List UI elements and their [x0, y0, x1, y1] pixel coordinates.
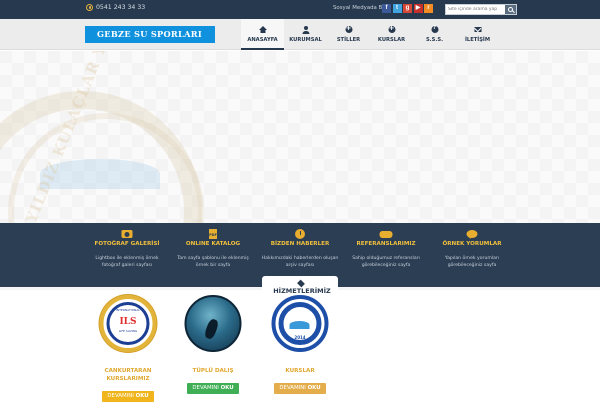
search-input[interactable] — [448, 5, 506, 14]
diving-image — [184, 295, 242, 352]
read-more-button[interactable]: DEVAMINI OKU — [274, 383, 326, 394]
services-section: INTERNATIONAL ILS LIFE SAVING CANKURTARA… — [0, 276, 600, 402]
feature-online-catalog[interactable]: PDF ONLINE KATALOG Tam sayfa şablonu ile… — [170, 223, 256, 287]
camera-icon — [121, 230, 133, 238]
pdf-icon: PDF — [209, 229, 217, 239]
phone-icon — [86, 4, 93, 11]
youtube-icon[interactable]: ▶ — [413, 4, 423, 13]
read-more-button[interactable]: DEVAMINI OKU — [102, 391, 154, 402]
read-more-bold: OKU — [135, 393, 149, 399]
service-title: KURSLAR — [285, 368, 315, 374]
nav-label: KURUMSAL — [289, 37, 322, 43]
social-links: f t g ▶ r — [382, 4, 433, 13]
swim-club-badge-wave — [289, 321, 310, 329]
nav-item-stiller[interactable]: STİLLER — [327, 19, 370, 50]
search-box — [445, 4, 517, 15]
nav-item-kurslar[interactable]: KURSLAR — [370, 19, 413, 50]
phone-number[interactable]: 0541 243 34 33 — [86, 4, 145, 11]
home-icon-base — [260, 30, 265, 33]
nav-label: S.S.S. — [425, 37, 444, 43]
service-card-kurslar[interactable]: 2014 KURSLAR DEVAMINI OKU — [265, 290, 335, 400]
hero-slider[interactable]: YILDIZ KULAÇLAR YÜZME — [0, 51, 600, 223]
feature-desc: Sahip olduğumuz referansları görebileceğ… — [352, 256, 420, 268]
top-bar: 0541 243 34 33 Sosyal Medyada Biz f t g ▶ r — [0, 0, 600, 19]
read-more-bold: OKU — [307, 385, 321, 391]
plus-circle-icon — [345, 24, 352, 33]
feature-title: REFERANSLARIMIZ — [356, 241, 416, 247]
nav-item-kurumsal[interactable]: KURUMSAL — [284, 19, 327, 50]
read-more-button[interactable]: DEVAMINI OKU — [187, 383, 239, 394]
dropbox-icon — [296, 279, 305, 287]
services-heading-text: HİZMETLERİMİZ — [273, 287, 331, 295]
site-logo[interactable]: GEBZE SU SPORLARI — [85, 26, 215, 43]
nav-item-iletisim[interactable]: İLETİŞİM — [456, 19, 499, 50]
envelope-icon — [474, 27, 481, 32]
feature-references[interactable]: REFERANSLARIMIZ Sahip olduğumuz referans… — [343, 223, 429, 287]
ils-badge-text: ILS — [119, 317, 137, 327]
nav-label: İLETİŞİM — [464, 37, 491, 43]
feature-desc: Yapılan örnek yorumları görebileceğiniz … — [444, 256, 500, 268]
ils-badge-bottom: LIFE SAVING — [118, 329, 138, 333]
services-heading: HİZMETLERİMİZ — [270, 279, 334, 295]
feature-title: ONLINE KATALOG — [185, 241, 241, 247]
facebook-icon[interactable]: f — [382, 4, 391, 13]
social-label: Sosyal Medyada Biz — [333, 5, 387, 11]
service-title: TÜPLÜ DALIŞ — [192, 368, 234, 374]
rss-icon[interactable]: r — [424, 4, 433, 13]
feature-title: ÖRNEK YORUMLAR — [442, 241, 502, 247]
feature-desc: Hakkımızdaki haberlerden oluşan arşiv sa… — [261, 256, 339, 268]
read-more-label: DEVAMINI — [279, 385, 306, 391]
comments-icon — [466, 230, 478, 239]
user-icon — [303, 26, 308, 30]
nav-label: ANASAYFA — [247, 37, 278, 43]
user-icon-body — [302, 30, 309, 34]
ils-badge-top: INTERNATIONAL — [115, 308, 141, 312]
search-icon[interactable] — [505, 5, 516, 14]
swim-club-badge-year: 2014 — [294, 335, 306, 340]
feature-title: FOTOĞRAF GALERİSİ — [94, 241, 160, 247]
nav-item-sss[interactable]: S.S.S. — [413, 19, 456, 50]
nav-label: STİLLER — [336, 37, 361, 43]
feature-desc: Lightbox ile eklenmiş örnek fotoğraf gal… — [95, 256, 159, 268]
feature-title: BİZDEN HABERLER — [270, 241, 330, 247]
twitter-icon[interactable]: t — [392, 4, 402, 13]
phone-text: 0541 243 34 33 — [96, 4, 146, 11]
newspaper-icon — [295, 229, 305, 239]
service-card-tuplu-dalis[interactable]: TÜPLÜ DALIŞ DEVAMINI OKU — [178, 290, 248, 400]
feature-comments[interactable]: ÖRNEK YORUMLAR Yapılan örnek yorumları g… — [429, 223, 515, 287]
plus-circle-icon — [388, 24, 395, 33]
nav-item-anasayfa[interactable]: ANASAYFA — [241, 19, 284, 50]
header: GEBZE SU SPORLARI ANASAYFA KURUMSAL STİL… — [0, 19, 600, 50]
swim-club-badge-image: 2014 — [271, 295, 329, 352]
ils-badge-image: INTERNATIONAL ILS LIFE SAVING — [99, 295, 157, 352]
services-body: INTERNATIONAL ILS LIFE SAVING CANKURTARA… — [0, 290, 600, 402]
read-more-label: DEVAMINI — [107, 393, 134, 399]
diver-silhouette — [203, 317, 220, 341]
read-more-label: DEVAMINI — [192, 385, 219, 391]
main-nav: ANASAYFA KURUMSAL STİLLER KURSLAR S.S.S.… — [241, 19, 499, 50]
read-more-bold: OKU — [220, 385, 234, 391]
feature-photo-gallery[interactable]: FOTOĞRAF GALERİSİ Lightbox ile eklenmiş … — [84, 223, 170, 287]
feature-desc: Tam sayfa şablonu ile eklenmiş örnek bir… — [177, 256, 249, 268]
service-card-cankurtaran[interactable]: INTERNATIONAL ILS LIFE SAVING CANKURTARA… — [93, 290, 163, 402]
question-circle-icon — [431, 25, 438, 33]
service-title: CANKURTARAN KURSLARIMIZ — [104, 368, 152, 382]
handshake-icon — [379, 231, 393, 238]
google-plus-icon[interactable]: g — [403, 4, 412, 13]
nav-label: KURSLAR — [377, 37, 406, 43]
